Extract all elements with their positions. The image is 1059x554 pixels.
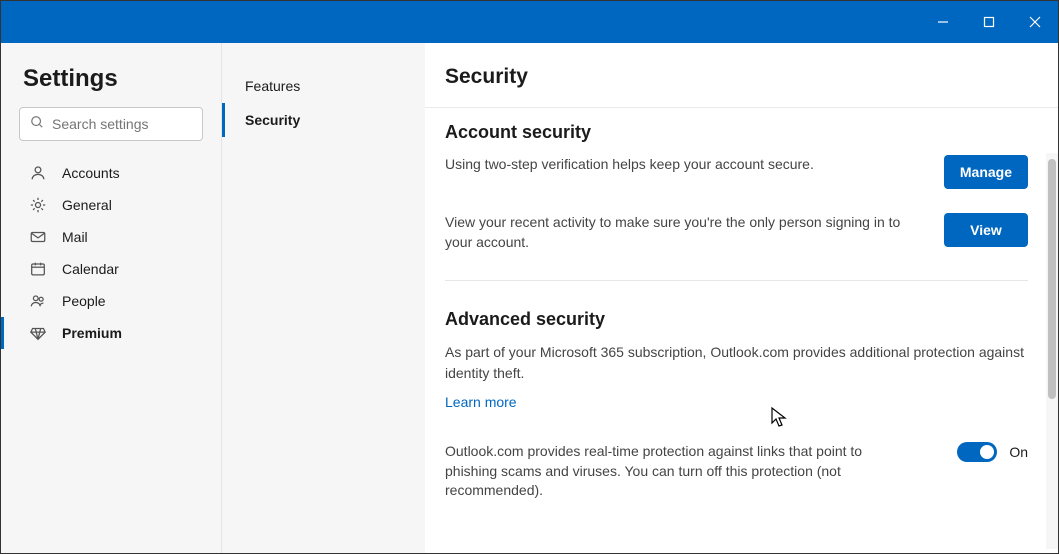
- subnav-item-label: Security: [245, 112, 300, 128]
- search-icon: [30, 115, 44, 134]
- diamond-icon: [28, 324, 48, 342]
- learn-more-link[interactable]: Learn more: [445, 394, 517, 410]
- subsettings-sidebar: Features Security: [221, 43, 425, 553]
- scrollbar-thumb[interactable]: [1048, 159, 1056, 399]
- sidebar-item-mail[interactable]: Mail: [1, 221, 221, 253]
- sidebar-item-label: People: [62, 293, 106, 309]
- subnav-item-label: Features: [245, 78, 300, 94]
- sidebar-item-accounts[interactable]: Accounts: [1, 157, 221, 189]
- sidebar-item-label: General: [62, 197, 112, 213]
- section-divider: [445, 280, 1028, 281]
- maximize-button[interactable]: [966, 1, 1012, 43]
- close-button[interactable]: [1012, 1, 1058, 43]
- account-security-heading: Account security: [445, 122, 1028, 143]
- recent-activity-description: View your recent activity to make sure y…: [445, 213, 920, 252]
- settings-nav: Accounts General Mail Calendar People Pr…: [1, 157, 221, 349]
- content-pane: Security Account security Using two-step…: [425, 43, 1058, 553]
- mail-icon: [28, 228, 48, 246]
- sidebar-item-premium[interactable]: Premium: [1, 317, 221, 349]
- subnav-item-security[interactable]: Security: [222, 103, 425, 137]
- sidebar-item-label: Mail: [62, 229, 88, 245]
- subnav-item-features[interactable]: Features: [222, 69, 425, 103]
- sidebar-item-label: Accounts: [62, 165, 120, 181]
- view-button[interactable]: View: [944, 213, 1028, 247]
- sidebar-item-general[interactable]: General: [1, 189, 221, 221]
- people-icon: [28, 292, 48, 310]
- person-icon: [28, 164, 48, 182]
- minimize-button[interactable]: [920, 1, 966, 43]
- page-title: Security: [445, 65, 1058, 89]
- phishing-protection-description: Outlook.com provides real-time protectio…: [445, 442, 885, 501]
- toggle-label: On: [1009, 444, 1028, 460]
- settings-title: Settings: [1, 65, 221, 107]
- advanced-security-description: As part of your Microsoft 365 subscripti…: [445, 342, 1028, 384]
- gear-icon: [28, 196, 48, 214]
- manage-button[interactable]: Manage: [944, 155, 1028, 189]
- search-settings-field[interactable]: [52, 116, 233, 132]
- content-scroll[interactable]: Account security Using two-step verifica…: [425, 107, 1058, 553]
- scrollbar-track[interactable]: [1046, 153, 1058, 549]
- sidebar-item-calendar[interactable]: Calendar: [1, 253, 221, 285]
- two-step-description: Using two-step verification helps keep y…: [445, 155, 920, 175]
- sidebar-item-label: Premium: [62, 325, 122, 341]
- search-settings-input[interactable]: [19, 107, 203, 141]
- sidebar-item-people[interactable]: People: [1, 285, 221, 317]
- sidebar-item-label: Calendar: [62, 261, 119, 277]
- window-titlebar: [1, 1, 1058, 43]
- settings-sidebar: Settings Accounts General Mail: [1, 43, 221, 553]
- advanced-security-heading: Advanced security: [445, 309, 1028, 330]
- phishing-protection-toggle[interactable]: [957, 442, 997, 462]
- calendar-icon: [28, 260, 48, 278]
